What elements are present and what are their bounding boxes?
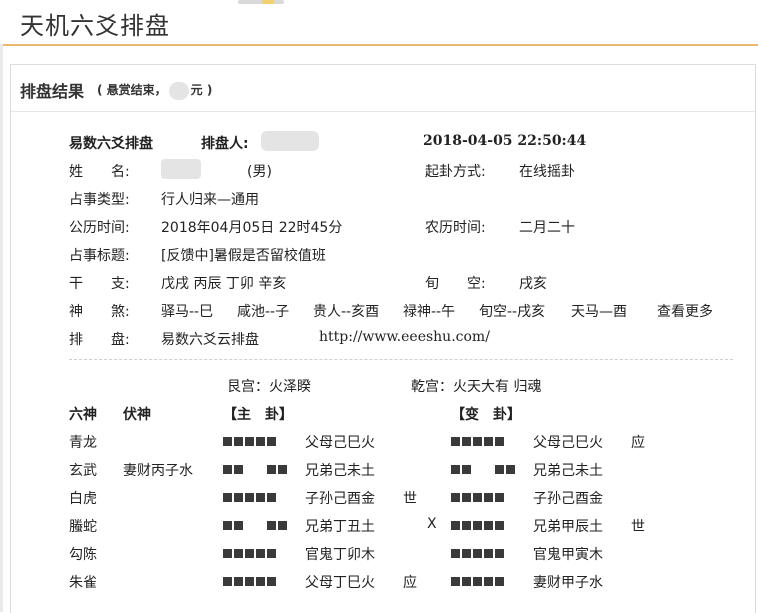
type-value: 行人归来—通用 bbox=[161, 192, 259, 208]
yin-line-icon bbox=[223, 521, 289, 530]
yang-line-icon bbox=[451, 521, 506, 530]
changed-mark: 应 bbox=[631, 435, 645, 451]
xunkong-label: 旬 空: bbox=[425, 276, 486, 292]
section-divider bbox=[69, 359, 733, 360]
fushen-cell: 妻财丙子水 bbox=[123, 463, 193, 479]
result-panel: 排盘结果 ( 悬赏结束， 元 ) 易数六爻排盘 排盘人: 2018-04-05 2… bbox=[10, 64, 756, 613]
col-liushen: 六神 bbox=[69, 407, 97, 423]
top-bar: 天机六爻排盘 bbox=[0, 0, 758, 46]
yang-line-icon bbox=[451, 437, 506, 446]
changed-yao-label: 妻财甲子水 bbox=[533, 575, 603, 591]
liushen-cell: 青龙 bbox=[69, 435, 97, 451]
main-palace: 艮宫：火泽睽 bbox=[227, 379, 311, 395]
page-title: 天机六爻排盘 bbox=[20, 12, 170, 40]
top-blurred-text bbox=[238, 0, 284, 4]
main-yao-label: 父母丁巳火 bbox=[305, 575, 375, 591]
cast-datetime: 2018-04-05 22:50:44 bbox=[423, 133, 587, 149]
shensha-item: 旬空--戌亥 bbox=[479, 304, 546, 320]
main-yao-label: 兄弟己未土 bbox=[305, 463, 375, 479]
left-edge bbox=[0, 44, 3, 612]
shi-ying-mark: 世 bbox=[403, 491, 417, 507]
main-yao-label: 父母己巳火 bbox=[305, 435, 375, 451]
bounty-amount-redacted bbox=[168, 81, 189, 100]
ganzhi-value: 戊戌 丙辰 丁卯 辛亥 bbox=[161, 276, 287, 292]
changed-yao-label: 兄弟己未土 bbox=[533, 463, 603, 479]
liushen-cell: 朱雀 bbox=[69, 575, 97, 591]
col-changed-gua: 【变 卦】 bbox=[451, 407, 521, 423]
type-label: 占事类型: bbox=[69, 192, 130, 208]
yang-line-icon bbox=[223, 437, 278, 446]
name-label: 姓 名: bbox=[69, 164, 130, 180]
cast-method: 在线摇卦 bbox=[519, 164, 575, 180]
yang-line-icon bbox=[223, 577, 278, 586]
solar-label: 公历时间: bbox=[69, 220, 130, 236]
yin-line-icon bbox=[223, 465, 289, 474]
yin-line-icon bbox=[451, 465, 517, 474]
shensha-item: 咸池--子 bbox=[237, 304, 290, 320]
title-label: 占事标题: bbox=[69, 248, 130, 264]
name-redacted bbox=[161, 159, 201, 179]
title-value: [反馈中]暑假是否留校值班 bbox=[161, 248, 326, 264]
bounty-note: ( 悬赏结束， 元 ) bbox=[97, 81, 212, 100]
panel-title: 排盘结果 bbox=[20, 82, 85, 101]
shi-ying-mark: 应 bbox=[403, 575, 417, 591]
view-more-link[interactable]: 查看更多 bbox=[657, 301, 713, 321]
liushen-cell: 白虎 bbox=[69, 491, 97, 507]
liushen-cell: 勾陈 bbox=[69, 547, 97, 563]
solar-value: 2018年04月05日 22时45分 bbox=[161, 220, 343, 236]
changed-yao-label: 兄弟甲辰土 bbox=[533, 519, 603, 535]
bounty-note-suffix: 元 ) bbox=[190, 83, 213, 97]
changed-yao-label: 子孙己酉金 bbox=[533, 491, 603, 507]
col-main-gua: 【主 卦】 bbox=[223, 407, 293, 423]
main-yao-label: 子孙己酉金 bbox=[305, 491, 375, 507]
ganzhi-label: 干 支: bbox=[69, 276, 130, 292]
liushen-cell: 玄武 bbox=[69, 463, 97, 479]
lunar-value: 二月二十 bbox=[519, 220, 575, 236]
shensha-item: 驿马--巳 bbox=[161, 304, 214, 320]
shensha-label: 神 煞: bbox=[69, 304, 130, 320]
panel-header: 排盘结果 ( 悬赏结束， 元 ) bbox=[11, 65, 755, 112]
changed-palace: 乾宫：火天大有 归魂 bbox=[411, 379, 542, 395]
yang-line-icon bbox=[451, 549, 506, 558]
yang-line-icon bbox=[451, 493, 506, 502]
bounty-note-prefix: ( 悬赏结束， bbox=[97, 83, 167, 97]
yang-line-icon bbox=[451, 577, 506, 586]
method-label: 易数六爻排盘 bbox=[69, 136, 153, 152]
liushen-cell: 螣蛇 bbox=[69, 519, 97, 535]
main-yao-label: 兄弟丁丑土 bbox=[305, 519, 375, 535]
col-fushen: 伏神 bbox=[123, 407, 151, 423]
site-url-link[interactable]: http://www.eeeshu.com/ bbox=[319, 329, 490, 345]
yang-line-icon bbox=[223, 549, 278, 558]
cast-method-label: 起卦方式: bbox=[425, 164, 486, 180]
changed-yao-label: 官鬼甲寅木 bbox=[533, 547, 603, 563]
top-blurred-mark bbox=[262, 0, 274, 4]
changed-mark: 世 bbox=[631, 519, 645, 535]
yang-line-icon bbox=[223, 493, 278, 502]
shensha-item: 贵人--亥酉 bbox=[313, 304, 380, 320]
shensha-item: 天马—酉 bbox=[571, 304, 627, 320]
xunkong-value: 戌亥 bbox=[519, 276, 547, 292]
main-yao-label: 官鬼丁卯木 bbox=[305, 547, 375, 563]
gender: (男) bbox=[247, 164, 272, 180]
pan-value: 易数六爻云排盘 bbox=[161, 332, 259, 348]
changed-yao-label: 父母己巳火 bbox=[533, 435, 603, 451]
moving-line-mark: X bbox=[427, 516, 437, 532]
shensha-item: 禄神--午 bbox=[403, 304, 456, 320]
pan-label: 排 盘: bbox=[69, 332, 130, 348]
caster-label: 排盘人: bbox=[201, 136, 249, 152]
lunar-label: 农历时间: bbox=[425, 220, 486, 236]
caster-name-redacted bbox=[261, 131, 319, 151]
